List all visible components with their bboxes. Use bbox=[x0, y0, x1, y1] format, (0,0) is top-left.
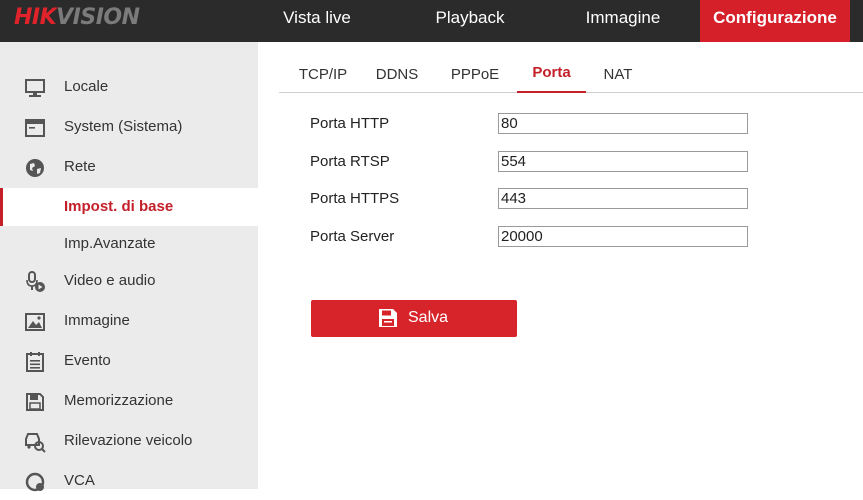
tab-pppoe[interactable]: PPPoE bbox=[442, 58, 508, 92]
image-icon bbox=[25, 313, 45, 331]
floppy-disk-icon bbox=[379, 309, 397, 327]
sidebar-item-label: System (Sistema) bbox=[64, 118, 183, 135]
sidebar-item-video-audio[interactable]: Video e audio bbox=[0, 262, 258, 300]
tab-tcp-ip[interactable]: TCP/IP bbox=[285, 58, 361, 92]
sidebar-item-label: Imp.Avanzate bbox=[64, 235, 156, 252]
microphone-play-icon bbox=[26, 271, 45, 292]
http-port-label: Porta HTTP bbox=[310, 115, 390, 132]
floppy-disk-icon bbox=[26, 393, 44, 411]
sidebar-item-label: Impost. di base bbox=[64, 198, 174, 215]
sidebar-item-label: Locale bbox=[64, 78, 109, 95]
vehicle-search-icon bbox=[25, 433, 46, 453]
nav-playback[interactable]: Playback bbox=[412, 0, 528, 42]
sidebar-item-locale[interactable]: Locale bbox=[0, 68, 258, 106]
tab-bar: TCP/IP DDNS PPPoE Porta NAT bbox=[279, 58, 863, 93]
top-bar: HIKVISION Vista live Playback Immagine C… bbox=[0, 0, 863, 42]
https-port-field[interactable] bbox=[498, 188, 748, 209]
sidebar-item-label: Video e audio bbox=[64, 272, 156, 289]
nav-configurazione[interactable]: Configurazione bbox=[700, 0, 850, 42]
http-port-field[interactable] bbox=[498, 113, 748, 134]
tab-porta[interactable]: Porta bbox=[517, 58, 586, 93]
sidebar-item-rete[interactable]: Rete bbox=[0, 148, 258, 186]
nav-immagine[interactable]: Immagine bbox=[566, 0, 680, 42]
server-port-field[interactable] bbox=[498, 226, 748, 247]
rtsp-port-label: Porta RTSP bbox=[310, 153, 390, 170]
logo-text-hik: HIK bbox=[14, 5, 57, 30]
sidebar-item-memorizzazione[interactable]: Memorizzazione bbox=[0, 382, 258, 420]
sidebar-item-vca[interactable]: VCA bbox=[0, 462, 258, 500]
sidebar-item-label: Memorizzazione bbox=[64, 392, 174, 409]
sidebar-item-rilevazione-veicolo[interactable]: Rilevazione veicolo bbox=[0, 422, 258, 460]
sidebar-item-immagine[interactable]: Immagine bbox=[0, 302, 258, 340]
monitor-icon bbox=[25, 79, 45, 97]
sidebar-item-label: VCA bbox=[64, 472, 95, 489]
sidebar-item-evento[interactable]: Evento bbox=[0, 342, 258, 380]
logo-text-vision: VISION bbox=[56, 5, 140, 30]
sidebar-item-label: Immagine bbox=[64, 312, 130, 329]
system-window-icon bbox=[25, 119, 45, 137]
sidebar-item-imp-avanzate[interactable]: Imp.Avanzate bbox=[0, 225, 258, 263]
tab-nat[interactable]: NAT bbox=[597, 58, 639, 92]
tab-ddns[interactable]: DDNS bbox=[366, 58, 428, 92]
globe-icon bbox=[26, 159, 44, 177]
sidebar-item-label: Rilevazione veicolo bbox=[64, 432, 193, 449]
sidebar-item-label: Rete bbox=[64, 158, 96, 175]
sidebar: Locale System (Sistema) Rete Impost. di … bbox=[0, 42, 258, 492]
save-button-label: Salva bbox=[408, 309, 449, 326]
sidebar-item-system[interactable]: System (Sistema) bbox=[0, 108, 258, 146]
rtsp-port-field[interactable] bbox=[498, 151, 748, 172]
save-button[interactable]: Salva bbox=[311, 300, 517, 337]
sidebar-item-impost-di-base[interactable]: Impost. di base bbox=[0, 188, 258, 226]
nav-vista-live[interactable]: Vista live bbox=[258, 0, 376, 42]
vca-icon bbox=[25, 472, 45, 492]
calendar-list-icon bbox=[26, 352, 44, 372]
https-port-label: Porta HTTPS bbox=[310, 190, 400, 207]
server-port-label: Porta Server bbox=[310, 228, 395, 245]
hikvision-logo[interactable]: HIKVISION bbox=[14, 5, 140, 31]
sidebar-item-label: Evento bbox=[64, 352, 111, 369]
